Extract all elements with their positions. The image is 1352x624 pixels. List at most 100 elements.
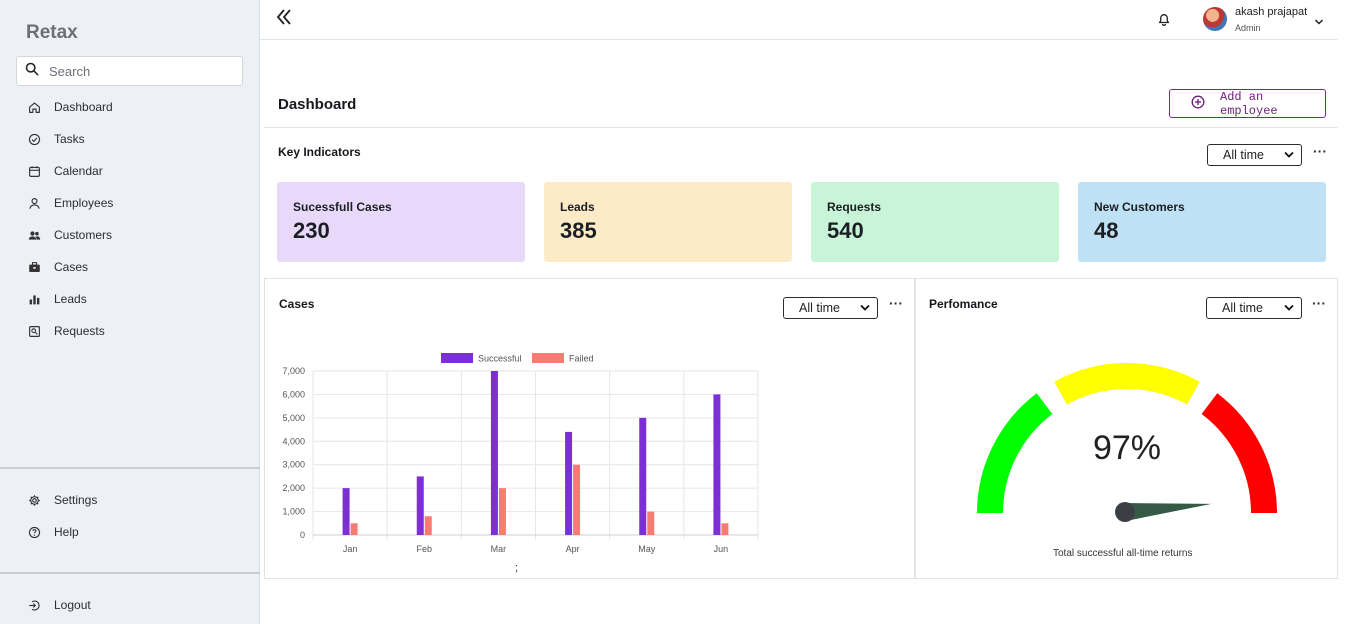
x-tick-label: Apr (566, 544, 580, 554)
gauge-needle (1124, 503, 1212, 521)
y-tick-label: 5,000 (282, 413, 305, 423)
bar-failed-feb (424, 516, 432, 535)
y-tick-label: 1,000 (282, 507, 305, 517)
filter-value: All time (1222, 301, 1263, 315)
sidebar-item-tasks[interactable]: Tasks (26, 129, 85, 149)
cases-footer-text: ; (515, 562, 519, 574)
briefcase-icon (26, 259, 42, 275)
brand-logo: Retax (26, 22, 78, 43)
legend-label: Successful (478, 354, 522, 364)
chevron-down-icon (1284, 151, 1294, 158)
performance-title: Perfomance (929, 297, 998, 311)
y-tick-label: 0 (300, 530, 305, 540)
legend-label: Failed (569, 354, 594, 364)
kpi-card-successful-cases: Sucessfull Cases 230 (277, 182, 525, 262)
sidebar-item-employees[interactable]: Employees (26, 193, 113, 213)
plus-circle-icon (1191, 95, 1205, 113)
x-tick-label: Jun (714, 544, 729, 554)
more-options-icon[interactable]: ··· (1313, 143, 1327, 159)
kpi-label: New Customers (1094, 200, 1185, 214)
bar-successful-apr (565, 431, 573, 535)
chevron-down-icon (860, 304, 870, 311)
y-tick-label: 2,000 (282, 483, 305, 493)
add-employee-button[interactable]: Add an employee (1169, 89, 1326, 118)
x-tick-label: Jan (343, 544, 358, 554)
sidebar-item-label: Tasks (54, 132, 85, 146)
performance-gauge: 97% (977, 363, 1277, 522)
gauge-segment-green (977, 393, 1053, 514)
logout-button[interactable]: Logout (26, 595, 91, 615)
kpi-label: Leads (560, 200, 595, 214)
x-tick-label: Mar (491, 544, 507, 554)
bar-failed-jun (721, 523, 729, 535)
sidebar-item-dashboard[interactable]: Dashboard (26, 97, 113, 117)
sidebar-item-help[interactable]: Help (26, 522, 79, 542)
user-role: Admin (1235, 23, 1261, 33)
legend-swatch (532, 353, 564, 363)
gauge-caption: Total successful all-time returns (1053, 548, 1193, 559)
avatar[interactable] (1203, 7, 1227, 31)
sidebar-item-settings[interactable]: Settings (26, 490, 97, 510)
page-title: Dashboard (278, 96, 357, 113)
bar-successful-may (639, 417, 647, 535)
gauge-needle-hub (1115, 502, 1135, 522)
search-input[interactable] (49, 63, 219, 79)
x-tick-label: May (638, 544, 656, 554)
sidebar-item-calendar[interactable]: Calendar (26, 161, 103, 181)
kpi-card-requests: Requests 540 (811, 182, 1059, 262)
key-indicators-filter[interactable]: All time (1207, 144, 1302, 166)
sidebar-item-label: Settings (54, 493, 98, 507)
sidebar-divider (0, 467, 260, 469)
y-tick-label: 6,000 (282, 389, 305, 399)
kpi-card-leads: Leads 385 (544, 182, 792, 262)
chevron-down-icon[interactable] (1314, 14, 1324, 25)
chart-legend: Successful Failed (441, 353, 594, 364)
gauge-value: 97% (1093, 429, 1161, 467)
kpi-value: 230 (293, 218, 330, 243)
kpi-label: Sucessfull Cases (293, 200, 392, 214)
cases-title: Cases (279, 297, 315, 311)
bar-successful-jan (342, 488, 350, 535)
sidebar-item-cases[interactable]: Cases (26, 257, 88, 277)
sidebar-item-leads[interactable]: Leads (26, 289, 87, 309)
performance-filter[interactable]: All time (1206, 297, 1302, 319)
sidebar-item-label: Customers (54, 228, 113, 242)
bar-failed-mar (498, 488, 506, 535)
collapse-sidebar-icon[interactable] (276, 8, 292, 26)
users-icon (26, 227, 42, 243)
bell-icon[interactable] (1156, 11, 1172, 27)
request-icon (26, 323, 42, 339)
calendar-icon (26, 163, 42, 179)
sidebar-item-requests[interactable]: Requests (26, 321, 105, 341)
check-circle-icon (26, 131, 42, 147)
y-tick-label: 4,000 (282, 436, 305, 446)
key-indicators-title: Key Indicators (278, 145, 361, 159)
sidebar-item-label: Dashboard (54, 100, 113, 114)
cases-filter[interactable]: All time (783, 297, 878, 319)
more-options-icon[interactable]: ··· (889, 295, 903, 311)
search-box[interactable] (16, 56, 243, 86)
legend-swatch (441, 353, 473, 363)
kpi-value: 540 (827, 218, 864, 243)
sidebar-item-label: Calendar (54, 164, 103, 178)
sidebar-item-label: Employees (54, 196, 114, 210)
home-icon (26, 99, 42, 115)
chevron-down-icon (1284, 304, 1294, 311)
kpi-value: 48 (1094, 218, 1119, 243)
kpi-value: 385 (560, 218, 597, 243)
cases-bar-chart: Successful Failed 0 1,000 2,000 3,000 4,000 5,0… (282, 353, 759, 554)
y-tick-label: 3,000 (282, 460, 305, 470)
sidebar-item-label: Leads (54, 292, 87, 306)
top-bar: akash prajapat Admin (260, 0, 1338, 40)
sidebar-divider (0, 572, 260, 574)
bar-failed-apr (573, 464, 581, 535)
add-employee-label: Add an employee (1220, 89, 1278, 118)
more-options-icon[interactable]: ··· (1312, 295, 1326, 311)
y-tick-label: 7,000 (282, 366, 305, 376)
gear-icon (26, 492, 42, 508)
bar-chart-icon (26, 291, 42, 307)
x-tick-label: Feb (416, 544, 432, 554)
logout-icon (26, 597, 42, 613)
sidebar-item-customers[interactable]: Customers (26, 225, 112, 245)
bar-successful-feb (416, 476, 424, 535)
